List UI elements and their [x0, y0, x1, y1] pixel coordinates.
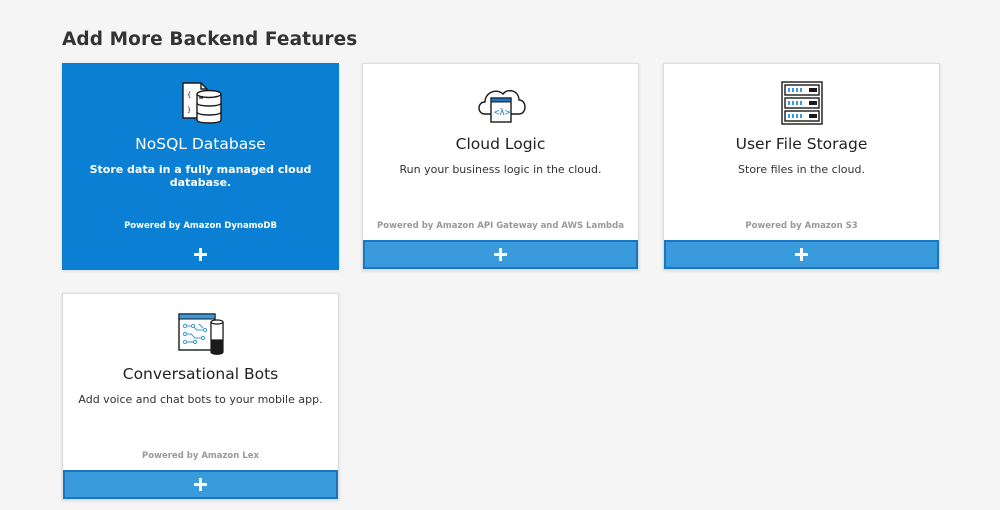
database-icon: { }	[173, 78, 229, 128]
plus-icon	[494, 248, 507, 261]
svg-text:<λ>: <λ>	[494, 108, 511, 118]
feature-card-cloud-logic[interactable]: <λ> Cloud Logic Run your business logic …	[362, 63, 639, 270]
card-powered-by: Powered by Amazon API Gateway and AWS La…	[377, 221, 624, 231]
card-description: Store files in the cloud.	[738, 163, 865, 176]
card-title: NoSQL Database	[135, 135, 266, 153]
feature-card-nosql-database[interactable]: { } NoSQL Database Store data in a fully…	[62, 63, 339, 270]
card-powered-by: Powered by Amazon Lex	[142, 451, 259, 461]
card-description: Run your business logic in the cloud.	[399, 163, 602, 176]
card-title: Cloud Logic	[455, 135, 546, 153]
chatbot-icon	[173, 308, 229, 358]
add-conversational-bots-button[interactable]	[63, 470, 338, 499]
svg-text:}: }	[187, 106, 191, 114]
card-title: User File Storage	[735, 135, 868, 153]
card-powered-by: Powered by Amazon DynamoDB	[124, 221, 277, 231]
add-nosql-database-button[interactable]	[63, 240, 338, 269]
add-cloud-logic-button[interactable]	[363, 240, 638, 269]
server-storage-icon	[774, 78, 830, 128]
add-user-file-storage-button[interactable]	[664, 240, 939, 269]
card-description: Store data in a fully managed cloud data…	[89, 163, 312, 189]
feature-card-user-file-storage[interactable]: User File Storage Store files in the clo…	[663, 63, 940, 270]
cloud-logic-icon: <λ>	[473, 78, 529, 128]
plus-icon	[194, 248, 207, 261]
card-description: Add voice and chat bots to your mobile a…	[78, 393, 323, 406]
backend-features-page: Add More Backend Features { } NoSQL Data…	[0, 0, 1000, 510]
section-title: Add More Backend Features	[62, 29, 358, 50]
svg-text:{: {	[187, 91, 191, 99]
plus-icon	[795, 248, 808, 261]
plus-icon	[194, 478, 207, 491]
card-powered-by: Powered by Amazon S3	[745, 221, 858, 231]
card-title: Conversational Bots	[122, 365, 279, 383]
feature-card-conversational-bots[interactable]: Conversational Bots Add voice and chat b…	[62, 293, 339, 500]
